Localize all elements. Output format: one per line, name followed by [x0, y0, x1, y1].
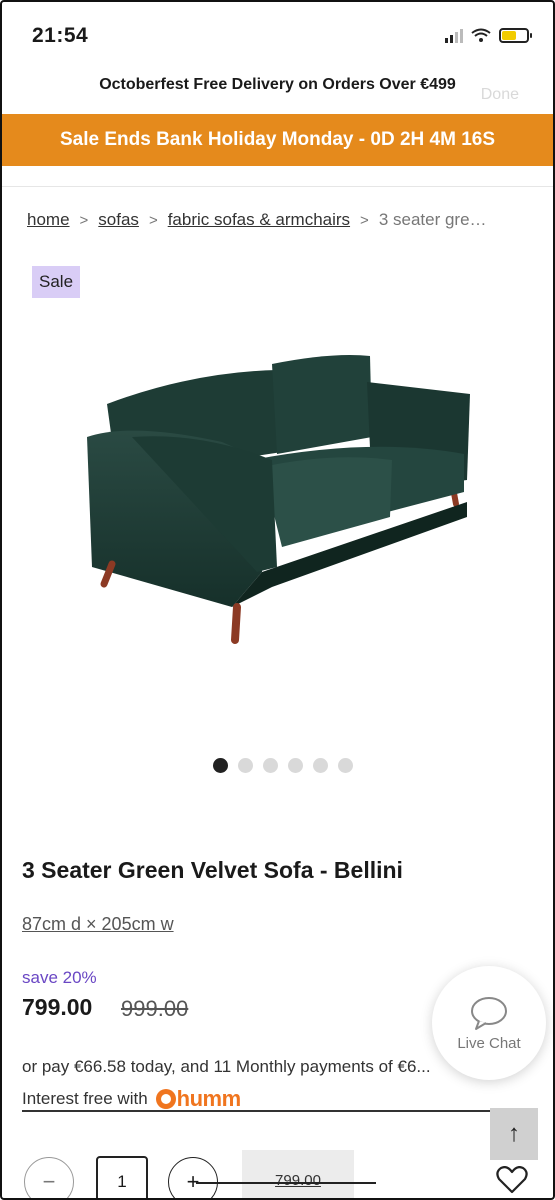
add-to-basket-label: 799.00 [275, 1171, 321, 1189]
phone-frame: 21:54 Octoberfest Free Delivery on Order… [0, 0, 555, 1200]
battery-icon [499, 28, 532, 43]
wifi-icon [471, 28, 491, 42]
breadcrumb-separator: > [79, 211, 89, 229]
breadcrumb: home > sofas > fabric sofas & armchairs … [27, 210, 487, 230]
gallery-dots [2, 758, 553, 773]
product-dimensions[interactable]: 87cm d × 205cm w [22, 914, 174, 935]
current-price: 799.00 [22, 994, 93, 1020]
done-ghost-text: Done [480, 86, 519, 103]
signal-icon [445, 28, 463, 43]
scrollbar-handle[interactable] [196, 1182, 376, 1184]
gallery-dot[interactable] [312, 758, 328, 773]
divider [2, 186, 553, 187]
heart-icon[interactable] [496, 1166, 528, 1194]
status-bar: 21:54 [2, 2, 553, 66]
promo-text: Octoberfest Free Delivery on Orders Over… [99, 76, 456, 93]
payment-plan-text: or pay €66.58 today, and 11 Monthly paym… [22, 1057, 431, 1076]
divider [22, 1110, 492, 1112]
quantity-decrease-button[interactable]: − [24, 1157, 74, 1198]
live-chat-label: Live Chat [457, 1034, 521, 1052]
add-to-basket-button[interactable]: 799.00 [242, 1150, 354, 1198]
old-price: 999.00 [121, 996, 189, 1021]
scroll-to-top-button[interactable]: ↑ [490, 1108, 538, 1160]
chat-bubble-icon [471, 996, 507, 1030]
quantity-input[interactable]: 1 [96, 1156, 148, 1198]
humm-mark-icon [155, 1089, 176, 1109]
product-image[interactable] [72, 342, 492, 662]
interest-free-line: Interest free with humm [22, 1086, 241, 1112]
save-label: save 20% [22, 968, 97, 987]
sale-badge: Sale [32, 266, 81, 298]
quantity-increase-button[interactable]: + [168, 1157, 218, 1198]
gallery-dot[interactable] [237, 758, 253, 773]
breadcrumb-separator: > [360, 211, 369, 229]
humm-wordmark: humm [176, 1086, 242, 1111]
breadcrumb-fabric-sofas[interactable]: fabric sofas & armchairs [168, 210, 350, 230]
humm-logo[interactable]: humm [155, 1086, 242, 1112]
breadcrumb-separator: > [148, 211, 158, 229]
status-time: 21:54 [32, 24, 89, 47]
gallery-dot[interactable] [262, 758, 278, 773]
arrow-up-icon: ↑ [508, 1120, 520, 1147]
breadcrumb-current: 3 seater gre… [378, 210, 487, 229]
interest-free-label: Interest free with [22, 1089, 148, 1108]
breadcrumb-sofas[interactable]: sofas [98, 210, 139, 230]
gallery-dot[interactable] [337, 758, 353, 773]
breadcrumb-home[interactable]: home [27, 210, 70, 230]
gallery-dot[interactable] [287, 758, 303, 773]
status-icons [445, 28, 532, 43]
sale-countdown-banner[interactable]: Sale Ends Bank Holiday Monday - 0D 2H 4M… [2, 114, 553, 166]
gallery-dot[interactable] [212, 758, 228, 773]
product-title: 3 Seater Green Velvet Sofa - Bellini [22, 857, 403, 883]
